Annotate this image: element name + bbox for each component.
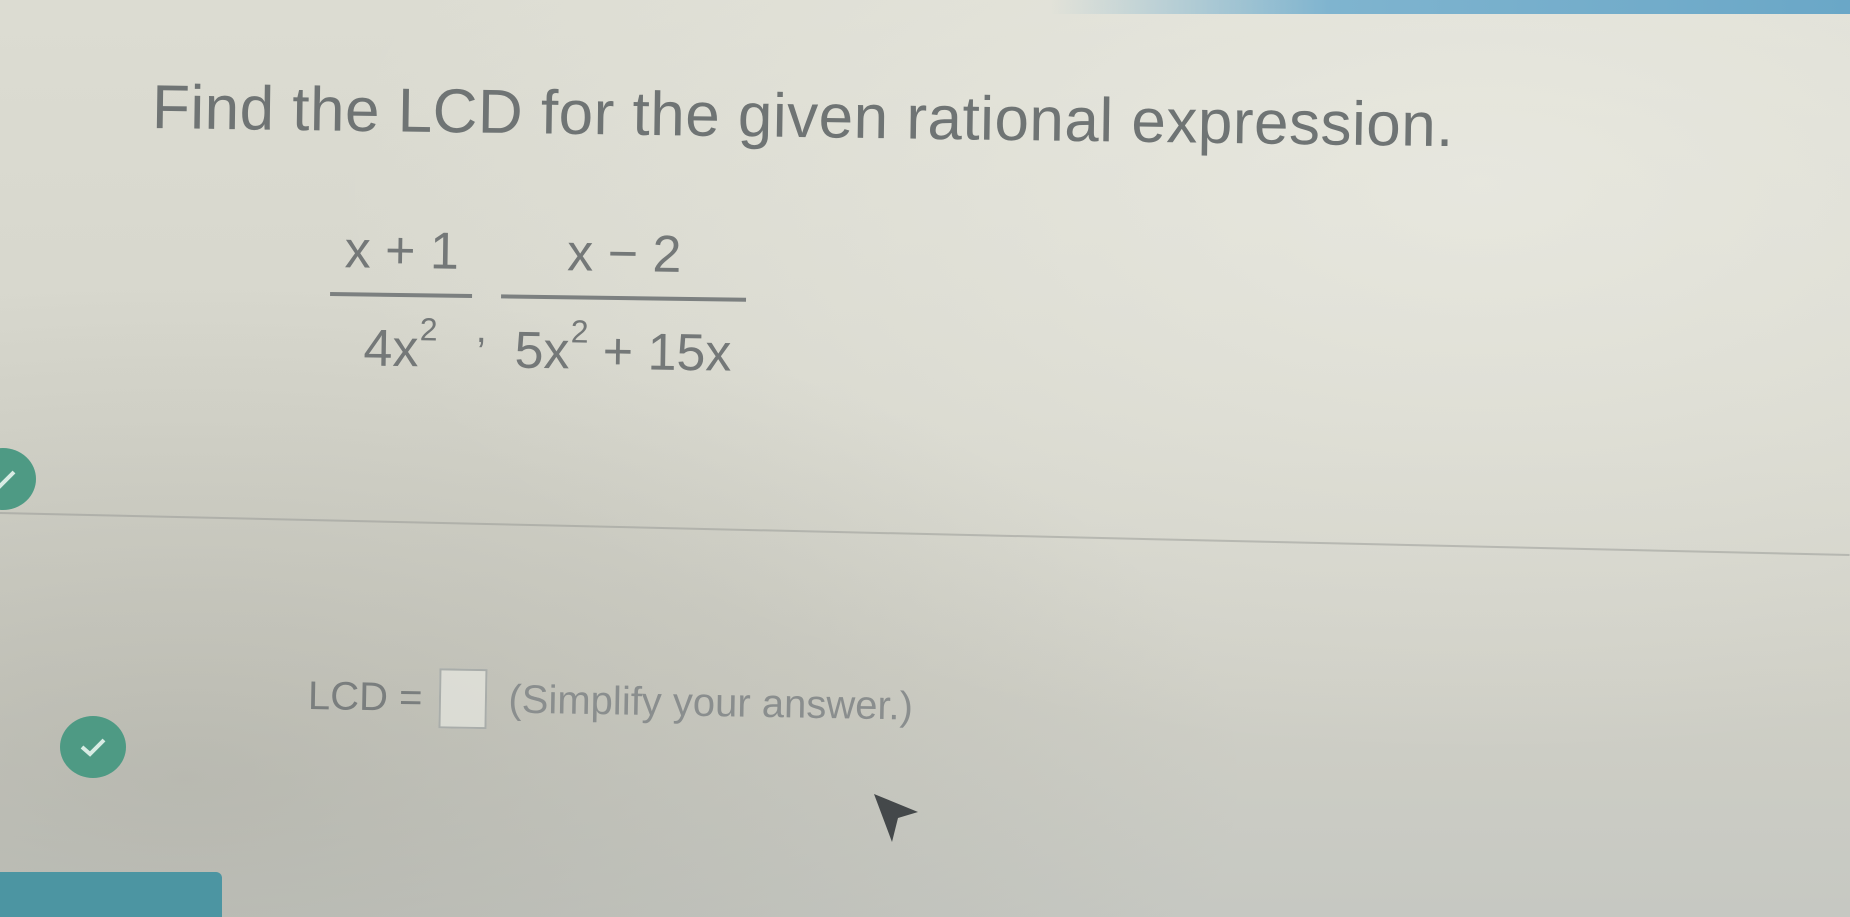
fraction-1-denominator: 4x2: [349, 296, 452, 379]
fraction-1-denominator-exponent: 2: [419, 311, 438, 348]
rational-expressions: x + 1 4x2 , x − 2 5x2 + 15x: [329, 220, 747, 384]
fraction-2-numerator: x − 2: [566, 224, 682, 284]
fraction-2-denominator-base: 5x: [514, 321, 570, 381]
top-accent-bar: [1050, 0, 1850, 14]
bottom-tab-button[interactable]: [0, 872, 222, 917]
fraction-2-denominator-exponent: 2: [570, 313, 589, 350]
fraction-2-denominator-rest: + 15x: [587, 322, 732, 383]
lcd-answer-input[interactable]: [437, 668, 487, 730]
fraction-1-denominator-base: 4x: [363, 319, 419, 379]
check-icon: [0, 448, 36, 510]
question-title: Find the LCD for the given rational expr…: [151, 73, 1455, 161]
fraction-2: x − 2 5x2 + 15x: [500, 222, 747, 383]
mouse-pointer-icon: [874, 794, 918, 842]
check-icon: [60, 716, 126, 778]
expression-separator: ,: [475, 306, 488, 351]
fraction-1-numerator: x + 1: [344, 221, 460, 281]
check-icon-glyph: [0, 470, 16, 489]
lcd-label: LCD =: [307, 673, 423, 720]
check-icon-glyph: [80, 738, 106, 757]
section-divider: [0, 512, 1850, 556]
answer-row: LCD = (Simplify your answer.): [307, 666, 913, 737]
fraction-1: x + 1 4x2: [329, 220, 473, 380]
simplify-hint: (Simplify your answer.): [508, 677, 914, 729]
fraction-2-denominator: 5x2 + 15x: [500, 298, 746, 383]
